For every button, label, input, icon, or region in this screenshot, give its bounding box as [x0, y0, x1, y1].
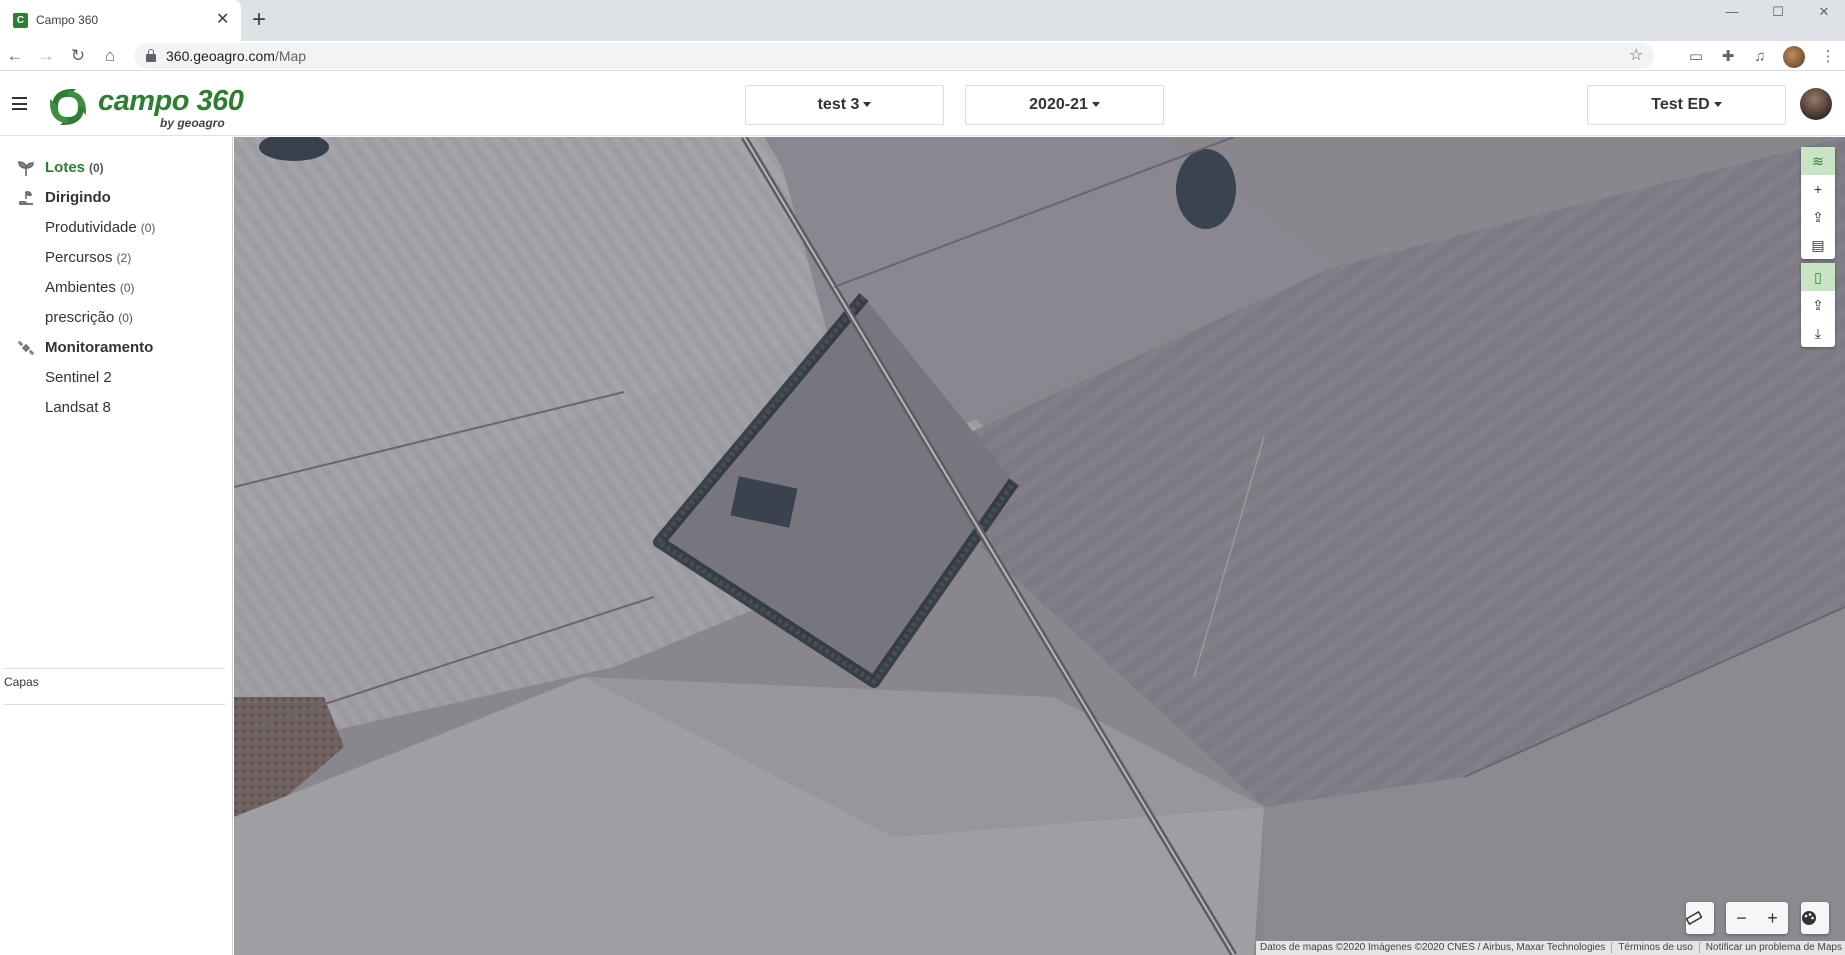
sidebar-item-count: (0): [118, 311, 133, 325]
sidebar-item-monitoramento[interactable]: Monitoramento: [0, 336, 232, 360]
add-plus-icon[interactable]: +: [1801, 175, 1835, 203]
zoom-out-button[interactable]: −: [1726, 902, 1757, 934]
maximize-icon[interactable]: ☐: [1758, 2, 1798, 22]
user-select[interactable]: Test ED: [1587, 85, 1786, 125]
sidebar-item-ambientes[interactable]: Ambientes (0): [0, 276, 232, 300]
sidebar-item-sentinel[interactable]: Sentinel 2: [0, 366, 232, 390]
browser-tab[interactable]: C Campo 360 ✕: [0, 0, 241, 41]
sidebar-item-label: prescrição: [45, 309, 115, 326]
hamburger-menu-icon[interactable]: [12, 97, 27, 110]
map-data-credits: Datos de mapas ©2020 Imágenes ©2020 CNES…: [1260, 942, 1613, 953]
field-select-value: test 3: [817, 96, 860, 113]
sidebar-item-landsat[interactable]: Landsat 8: [0, 396, 232, 420]
map-tools-mid: ▯ ⇪ ⤓: [1801, 263, 1835, 347]
mobile-icon[interactable]: ▯: [1801, 263, 1835, 291]
campo360-logo-icon: [50, 89, 86, 125]
media-queue-icon[interactable]: ♫: [1750, 47, 1770, 67]
browser-menu-icon[interactable]: ⋮: [1818, 47, 1838, 67]
file-icon[interactable]: ▤: [1801, 231, 1835, 259]
user-select-value: Test ED: [1651, 96, 1710, 113]
lock-icon: [146, 49, 156, 62]
extensions-puzzle-icon[interactable]: ✚: [1718, 47, 1738, 67]
season-select-value: 2020-21: [1029, 96, 1088, 113]
url-path: /Map: [274, 48, 307, 64]
sidebar-item-lotes[interactable]: Lotes (0): [0, 156, 232, 180]
upload-icon[interactable]: ⇪: [1801, 291, 1835, 319]
sidebar-item-count: (0): [119, 281, 135, 295]
report-problem-link[interactable]: Notificar un problema de Maps: [1706, 942, 1842, 953]
sidebar: Lotes (0) Dirigindo Produtividade (0) Perc…: [0, 137, 233, 955]
hand-plant-icon: [17, 189, 35, 207]
upload-icon[interactable]: ⇪: [1801, 203, 1835, 231]
back-icon[interactable]: ←: [3, 44, 27, 68]
tab-close-icon[interactable]: ✕: [216, 11, 229, 29]
satellite-map[interactable]: ≋ + ⇪ ▤ ▯ ⇪ ⤓ − + Datos de mapas ©2020 I…: [234, 137, 1845, 955]
satellite-icon: [17, 339, 35, 357]
home-icon[interactable]: ⌂: [98, 44, 122, 68]
sidebar-item-count: (2): [116, 251, 132, 265]
terms-link[interactable]: Términos de uso: [1618, 942, 1700, 953]
sidebar-item-percursos[interactable]: Percursos (2): [0, 246, 232, 270]
sidebar-item-label: Produtividade: [45, 219, 137, 236]
caret-down-icon: [1091, 102, 1100, 108]
sidebar-item-count: (0): [140, 221, 156, 235]
url-text[interactable]: 360.geoagro.com/Map: [166, 48, 306, 64]
caret-down-icon: [1713, 102, 1722, 108]
zoom-control: − +: [1726, 902, 1788, 934]
sidebar-item-label: Percursos: [45, 249, 113, 266]
divider: [4, 668, 225, 669]
new-tab-icon[interactable]: +: [252, 7, 266, 33]
sidebar-item-label: Landsat 8: [45, 399, 111, 416]
sidebar-item-label: Dirigindo: [45, 189, 111, 206]
seedling-icon: [17, 159, 35, 177]
season-select[interactable]: 2020-21: [965, 85, 1164, 125]
app-header: campo 360 by geoagro test 3 2020-21 Test…: [0, 72, 1845, 136]
satellite-imagery: [234, 137, 1845, 955]
map-tools-top: ≋ + ⇪ ▤: [1801, 147, 1835, 259]
reload-icon[interactable]: ↻: [66, 44, 90, 68]
ruler-icon[interactable]: [1686, 902, 1714, 934]
address-bar[interactable]: 360.geoagro.com/Map ☆: [134, 43, 1654, 69]
campo360-favicon-icon: C: [13, 13, 28, 28]
browser-tabbar: C Campo 360 ✕ + — ☐ ✕: [0, 0, 1845, 41]
sidebar-item-label: Ambientes: [45, 279, 116, 296]
sidebar-item-label: Monitoramento: [45, 339, 154, 356]
zoom-in-button[interactable]: +: [1757, 902, 1788, 934]
url-domain: 360.geoagro.com: [166, 48, 275, 64]
sidebar-item-label: Lotes: [45, 159, 86, 176]
capas-label[interactable]: Capas: [4, 675, 39, 689]
logo-subtext: by geoagro: [160, 116, 225, 130]
sidebar-item-produtividade[interactable]: Produtividade (0): [0, 216, 232, 240]
caret-down-icon: [863, 102, 872, 108]
logo-text: campo 360: [98, 85, 244, 117]
sidebar-item-label: Sentinel 2: [45, 369, 112, 386]
close-window-icon[interactable]: ✕: [1804, 2, 1844, 22]
download-icon[interactable]: ⤓: [1801, 319, 1835, 347]
field-select[interactable]: test 3: [745, 85, 944, 125]
layers-icon[interactable]: ≋: [1801, 147, 1835, 175]
palette-icon[interactable]: [1801, 902, 1829, 934]
cast-icon[interactable]: ▭: [1686, 47, 1706, 67]
sidebar-item-prescricao[interactable]: prescrição (0): [0, 306, 232, 330]
map-attribution: Datos de mapas ©2020 Imágenes ©2020 CNES…: [1256, 941, 1845, 955]
divider: [4, 704, 225, 705]
sidebar-item-dirigindo[interactable]: Dirigindo: [0, 186, 232, 210]
browser-profile-avatar[interactable]: [1783, 46, 1805, 68]
forward-icon[interactable]: →: [34, 44, 58, 68]
user-avatar[interactable]: [1800, 88, 1832, 120]
browser-toolbar: ← → ↻ ⌂ 360.geoagro.com/Map ☆: [0, 41, 1845, 71]
minimize-icon[interactable]: —: [1712, 2, 1752, 22]
bookmark-star-icon[interactable]: ☆: [1629, 45, 1643, 65]
tab-title: Campo 360: [36, 13, 99, 27]
sidebar-item-count: (0): [89, 161, 104, 175]
